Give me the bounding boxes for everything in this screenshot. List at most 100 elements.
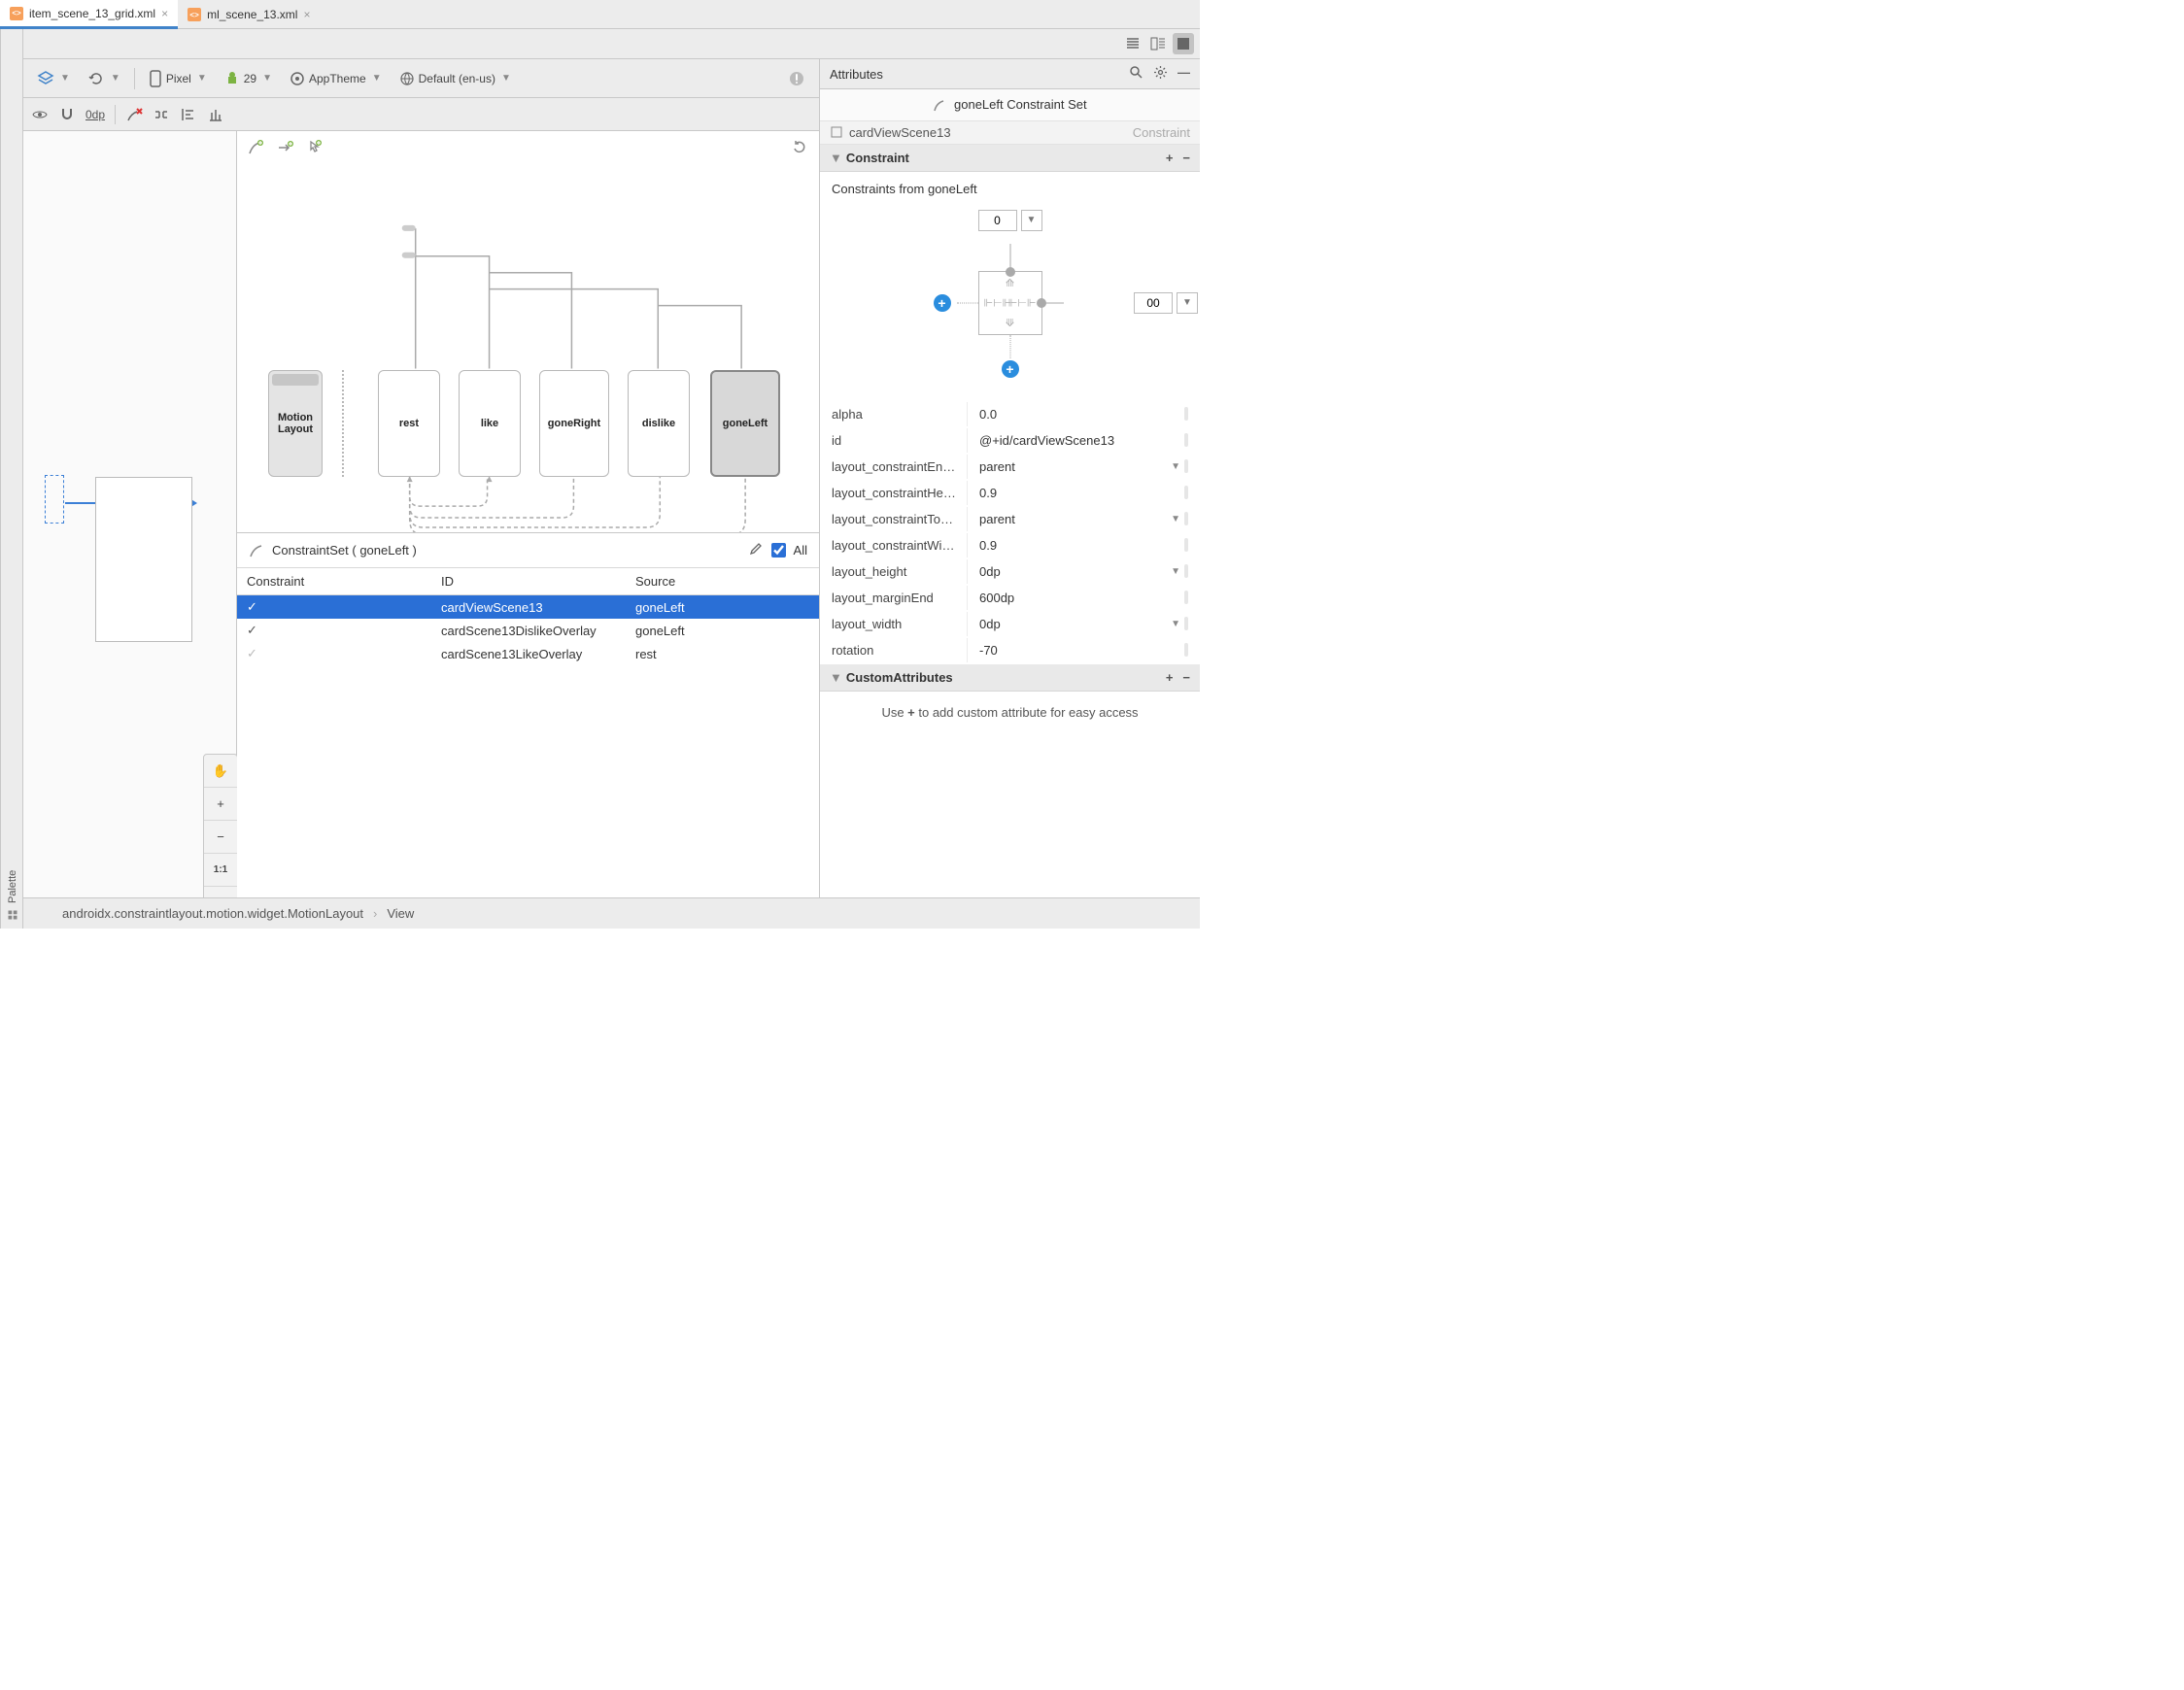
attribute-row[interactable]: id@+id/cardViewScene13 — [822, 428, 1198, 453]
state-goneLeft[interactable]: goneLeft — [710, 370, 780, 477]
attribute-row[interactable]: layout_constraintHeig...0.9 — [822, 481, 1198, 505]
pan-button[interactable]: ✋ — [204, 755, 237, 788]
constraint-widget[interactable]: ⟰ ⟱ ⊩⊢⊩ ⊩⊢⊩ + + — [820, 206, 1200, 400]
palette-tab[interactable]: Palette — [3, 29, 22, 929]
attribute-row[interactable]: layout_height0dp▼ — [822, 559, 1198, 584]
attribute-value-cell[interactable]: parent▼ — [970, 455, 1198, 479]
constraint-icon — [933, 99, 946, 113]
zoom-controls: ✋ + − 1:1 ⛶ — [203, 754, 238, 921]
infer-constraints-icon[interactable] — [153, 106, 170, 123]
close-icon[interactable]: × — [161, 7, 168, 20]
edit-icon[interactable] — [748, 541, 764, 559]
viewmode-split-icon[interactable] — [1147, 33, 1169, 54]
device-picker[interactable]: Pixel ▼ — [143, 66, 213, 91]
selected-element-row: cardViewScene13 Constraint — [820, 121, 1200, 145]
component-tree-tab[interactable]: Component Tree — [0, 690, 3, 929]
add-custom-attr-icon[interactable]: + — [1166, 670, 1174, 685]
attributes-subtitle: goneLeft Constraint Set — [820, 89, 1200, 121]
device-preview[interactable]: ✋ + − 1:1 ⛶ — [23, 131, 237, 929]
phone-icon — [149, 70, 162, 87]
attribute-value-cell[interactable]: @+id/cardViewScene13 — [970, 428, 1198, 453]
chevron-down-icon[interactable]: ▼ — [1167, 461, 1184, 472]
add-constraintset-icon[interactable] — [247, 139, 264, 156]
orientation-toggle[interactable]: ▼ — [82, 66, 126, 91]
search-icon[interactable] — [1129, 65, 1143, 83]
attribute-value-cell[interactable]: 600dp — [970, 586, 1198, 610]
constraint-box[interactable]: ⟰ ⟱ ⊩⊢⊩ ⊩⊢⊩ — [978, 271, 1042, 335]
chevron-down-icon[interactable]: ▼ — [1167, 514, 1184, 524]
surface-toggle[interactable]: ▼ — [31, 66, 76, 91]
zoom-in-button[interactable]: + — [204, 788, 237, 821]
remove-constraint-icon[interactable]: − — [1182, 151, 1190, 165]
theme-picker[interactable]: AppTheme ▼ — [284, 67, 388, 90]
attribute-value-cell[interactable]: parent▼ — [970, 507, 1198, 531]
preview-selection — [45, 475, 64, 524]
guideline-icon[interactable] — [207, 106, 224, 123]
custom-attributes-section[interactable]: ▼ CustomAttributes + − — [820, 664, 1200, 692]
right-margin-input[interactable] — [1134, 292, 1173, 314]
table-row[interactable]: ✓ cardScene13LikeOverlay rest — [237, 642, 819, 665]
right-margin-dropdown[interactable]: ▼ — [1177, 292, 1198, 314]
align-icon[interactable] — [180, 106, 197, 123]
breadcrumb-item[interactable]: androidx.constraintlayout.motion.widget.… — [62, 906, 363, 921]
api-picker[interactable]: 29 ▼ — [219, 67, 278, 90]
state-like[interactable]: like — [459, 370, 521, 477]
diagram-separator — [342, 370, 344, 477]
breadcrumb-item[interactable]: View — [387, 906, 414, 921]
eye-icon[interactable] — [31, 106, 49, 123]
zoom-fit-button[interactable]: 1:1 — [204, 854, 237, 887]
table-row[interactable]: ✓ cardScene13DislikeOverlay goneLeft — [237, 619, 819, 642]
tab-ml-scene-13[interactable]: <> ml_scene_13.xml × — [178, 0, 320, 29]
state-rest[interactable]: rest — [378, 370, 440, 477]
attribute-row[interactable]: layout_constraintWidt...0.9 — [822, 533, 1198, 558]
minimize-icon[interactable]: — — [1177, 65, 1190, 83]
chevron-down-icon[interactable]: ▼ — [1167, 619, 1184, 629]
attribute-value-cell[interactable]: -70 — [970, 638, 1198, 662]
motion-diagram[interactable]: Motion Layout rest like goneRight dislik… — [237, 164, 819, 533]
close-icon[interactable]: × — [303, 8, 310, 21]
default-margin[interactable]: 0dp — [85, 108, 105, 121]
attribute-key: layout_constraintTop_t... — [822, 507, 968, 531]
chevron-down-icon[interactable]: ▼ — [1167, 566, 1184, 577]
add-constraint-icon[interactable]: + — [1166, 151, 1174, 165]
locale-picker[interactable]: Default (en-us) ▼ — [393, 67, 517, 90]
zoom-out-button[interactable]: − — [204, 821, 237, 854]
warnings-button[interactable] — [782, 66, 811, 91]
attribute-row[interactable]: rotation-70 — [822, 638, 1198, 662]
preview-cardview[interactable] — [95, 477, 192, 642]
attributes-panel: Attributes — goneLeft Constraint Set car… — [819, 59, 1200, 929]
constraint-set-title: ConstraintSet ( goneLeft ) — [272, 543, 417, 558]
attribute-row[interactable]: layout_constraintEnd_t...parent▼ — [822, 455, 1198, 479]
attribute-value-cell[interactable]: 0dp▼ — [970, 612, 1198, 636]
add-click-icon[interactable] — [305, 139, 323, 156]
attribute-row[interactable]: layout_marginEnd600dp — [822, 586, 1198, 610]
magnet-icon[interactable] — [58, 106, 76, 123]
all-checkbox[interactable] — [771, 543, 786, 558]
motionlayout-node[interactable]: Motion Layout — [268, 370, 323, 477]
attribute-row[interactable]: layout_constraintTop_t...parent▼ — [822, 507, 1198, 531]
constraint-section-header[interactable]: ▼ Constraint + − — [820, 145, 1200, 172]
state-dislike[interactable]: dislike — [628, 370, 690, 477]
viewmode-design-icon[interactable] — [1173, 33, 1194, 54]
attribute-value-cell[interactable]: 0.9 — [970, 481, 1198, 505]
cycle-icon[interactable] — [792, 138, 809, 158]
attribute-row[interactable]: layout_width0dp▼ — [822, 612, 1198, 636]
design-pane-container: ✋ + − 1:1 ⛶ — [23, 131, 819, 929]
add-bottom-constraint[interactable]: + — [1002, 360, 1019, 378]
add-transition-icon[interactable] — [276, 139, 293, 156]
gear-icon[interactable] — [1153, 65, 1168, 83]
attribute-value-cell[interactable]: 0.0 — [970, 402, 1198, 426]
remove-custom-attr-icon[interactable]: − — [1182, 670, 1190, 685]
table-row[interactable]: ✓ cardViewScene13 goneLeft — [237, 595, 819, 620]
tab-item-scene-13[interactable]: <> item_scene_13_grid.xml × — [0, 0, 178, 29]
add-left-constraint[interactable]: + — [934, 294, 951, 312]
attribute-value-cell[interactable]: 0dp▼ — [970, 559, 1198, 584]
clear-constraints-icon[interactable] — [125, 106, 143, 123]
state-goneRight[interactable]: goneRight — [539, 370, 609, 477]
top-margin-input[interactable] — [978, 210, 1017, 231]
top-margin-dropdown[interactable]: ▼ — [1021, 210, 1042, 231]
attribute-value-cell[interactable]: 0.9 — [970, 533, 1198, 558]
viewmode-code-icon[interactable] — [1122, 33, 1143, 54]
attribute-row[interactable]: alpha0.0 — [822, 402, 1198, 426]
main-area: ▼ ▼ Pixel ▼ 29 ▼ — [23, 29, 1200, 929]
